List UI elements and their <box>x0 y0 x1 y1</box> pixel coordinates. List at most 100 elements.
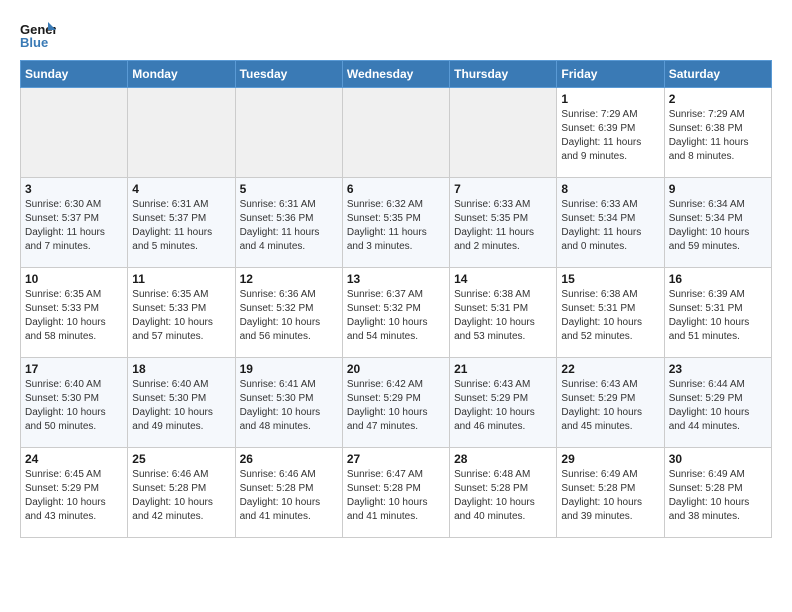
day-number: 5 <box>240 182 338 196</box>
calendar-cell: 3 Sunrise: 6:30 AM Sunset: 5:37 PM Daylig… <box>21 178 128 268</box>
cell-content: Sunrise: 6:31 AM Sunset: 5:36 PM Dayligh… <box>240 198 338 254</box>
calendar-cell: 19 Sunrise: 6:41 AM Sunset: 5:30 PM Dayli… <box>235 358 342 448</box>
day-number: 6 <box>347 182 445 196</box>
day-number: 8 <box>561 182 659 196</box>
calendar-cell: 23Sunrise: 6:44 AM Sunset: 5:29 PM Dayli… <box>664 358 771 448</box>
cell-content: Sunrise: 6:40 AM Sunset: 5:30 PM Dayligh… <box>25 378 123 434</box>
day-number: 21 <box>454 362 552 376</box>
cell-content: Sunrise: 6:48 AM Sunset: 5:28 PM Dayligh… <box>454 468 552 524</box>
day-number: 18 <box>132 362 230 376</box>
calendar-cell: 24Sunrise: 6:45 AM Sunset: 5:29 PM Dayli… <box>21 448 128 538</box>
day-number: 9 <box>669 182 767 196</box>
cell-content: Sunrise: 6:33 AM Sunset: 5:35 PM Dayligh… <box>454 198 552 254</box>
cell-content: Sunrise: 6:34 AM Sunset: 5:34 PM Dayligh… <box>669 198 767 254</box>
calendar-cell: 12 Sunrise: 6:36 AM Sunset: 5:32 PM Dayli… <box>235 268 342 358</box>
calendar-cell: 8 Sunrise: 6:33 AM Sunset: 5:34 PM Daylig… <box>557 178 664 268</box>
svg-text:Blue: Blue <box>20 35 48 50</box>
calendar-week-row: 24Sunrise: 6:45 AM Sunset: 5:29 PM Dayli… <box>21 448 772 538</box>
cell-content: Sunrise: 6:49 AM Sunset: 5:28 PM Dayligh… <box>561 468 659 524</box>
calendar-cell <box>21 88 128 178</box>
day-number: 7 <box>454 182 552 196</box>
day-number: 20 <box>347 362 445 376</box>
day-number: 3 <box>25 182 123 196</box>
calendar-cell: 25 Sunrise: 6:46 AM Sunset: 5:28 PM Dayli… <box>128 448 235 538</box>
weekday-header: Thursday <box>450 61 557 88</box>
day-number: 19 <box>240 362 338 376</box>
cell-content: Sunrise: 6:32 AM Sunset: 5:35 PM Dayligh… <box>347 198 445 254</box>
calendar-week-row: 1 Sunrise: 7:29 AM Sunset: 6:39 PM Daylig… <box>21 88 772 178</box>
cell-content: Sunrise: 6:38 AM Sunset: 5:31 PM Dayligh… <box>561 288 659 344</box>
calendar-cell: 21 Sunrise: 6:43 AM Sunset: 5:29 PM Dayli… <box>450 358 557 448</box>
day-number: 28 <box>454 452 552 466</box>
cell-content: Sunrise: 7:29 AM Sunset: 6:39 PM Dayligh… <box>561 108 659 164</box>
cell-content: Sunrise: 6:30 AM Sunset: 5:37 PM Dayligh… <box>25 198 123 254</box>
cell-content: Sunrise: 6:31 AM Sunset: 5:37 PM Dayligh… <box>132 198 230 254</box>
day-number: 25 <box>132 452 230 466</box>
calendar-week-row: 10 Sunrise: 6:35 AM Sunset: 5:33 PM Dayli… <box>21 268 772 358</box>
day-number: 17 <box>25 362 123 376</box>
calendar-cell: 22 Sunrise: 6:43 AM Sunset: 5:29 PM Dayli… <box>557 358 664 448</box>
calendar-cell: 28 Sunrise: 6:48 AM Sunset: 5:28 PM Dayli… <box>450 448 557 538</box>
day-number: 15 <box>561 272 659 286</box>
day-number: 1 <box>561 92 659 106</box>
cell-content: Sunrise: 6:37 AM Sunset: 5:32 PM Dayligh… <box>347 288 445 344</box>
weekday-header: Tuesday <box>235 61 342 88</box>
calendar-week-row: 17 Sunrise: 6:40 AM Sunset: 5:30 PM Dayli… <box>21 358 772 448</box>
cell-content: Sunrise: 6:46 AM Sunset: 5:28 PM Dayligh… <box>132 468 230 524</box>
cell-content: Sunrise: 6:43 AM Sunset: 5:29 PM Dayligh… <box>454 378 552 434</box>
calendar-cell: 6 Sunrise: 6:32 AM Sunset: 5:35 PM Daylig… <box>342 178 449 268</box>
calendar-body: 1 Sunrise: 7:29 AM Sunset: 6:39 PM Daylig… <box>21 88 772 538</box>
page-header: General Blue <box>20 20 772 50</box>
calendar-cell: 13Sunrise: 6:37 AM Sunset: 5:32 PM Dayli… <box>342 268 449 358</box>
calendar-cell: 9 Sunrise: 6:34 AM Sunset: 5:34 PM Daylig… <box>664 178 771 268</box>
calendar-header: SundayMondayTuesdayWednesdayThursdayFrid… <box>21 61 772 88</box>
weekday-header: Wednesday <box>342 61 449 88</box>
calendar-cell: 4 Sunrise: 6:31 AM Sunset: 5:37 PM Daylig… <box>128 178 235 268</box>
day-number: 30 <box>669 452 767 466</box>
day-number: 16 <box>669 272 767 286</box>
calendar-week-row: 3 Sunrise: 6:30 AM Sunset: 5:37 PM Daylig… <box>21 178 772 268</box>
calendar-cell: 18Sunrise: 6:40 AM Sunset: 5:30 PM Dayli… <box>128 358 235 448</box>
cell-content: Sunrise: 6:39 AM Sunset: 5:31 PM Dayligh… <box>669 288 767 344</box>
day-number: 4 <box>132 182 230 196</box>
day-number: 14 <box>454 272 552 286</box>
weekday-header: Sunday <box>21 61 128 88</box>
weekday-header: Saturday <box>664 61 771 88</box>
calendar-cell <box>128 88 235 178</box>
cell-content: Sunrise: 6:41 AM Sunset: 5:30 PM Dayligh… <box>240 378 338 434</box>
calendar-cell: 16 Sunrise: 6:39 AM Sunset: 5:31 PM Dayli… <box>664 268 771 358</box>
day-number: 22 <box>561 362 659 376</box>
day-number: 29 <box>561 452 659 466</box>
cell-content: Sunrise: 6:44 AM Sunset: 5:29 PM Dayligh… <box>669 378 767 434</box>
calendar-cell: 14 Sunrise: 6:38 AM Sunset: 5:31 PM Dayli… <box>450 268 557 358</box>
logo: General Blue <box>20 20 56 50</box>
logo-icon: General Blue <box>20 20 56 50</box>
calendar-cell: 11 Sunrise: 6:35 AM Sunset: 5:33 PM Dayli… <box>128 268 235 358</box>
calendar-cell: 1 Sunrise: 7:29 AM Sunset: 6:39 PM Daylig… <box>557 88 664 178</box>
weekday-header: Monday <box>128 61 235 88</box>
calendar-cell: 29 Sunrise: 6:49 AM Sunset: 5:28 PM Dayli… <box>557 448 664 538</box>
day-number: 27 <box>347 452 445 466</box>
cell-content: Sunrise: 7:29 AM Sunset: 6:38 PM Dayligh… <box>669 108 767 164</box>
calendar-cell <box>342 88 449 178</box>
cell-content: Sunrise: 6:38 AM Sunset: 5:31 PM Dayligh… <box>454 288 552 344</box>
calendar-cell <box>235 88 342 178</box>
calendar-cell: 7 Sunrise: 6:33 AM Sunset: 5:35 PM Daylig… <box>450 178 557 268</box>
cell-content: Sunrise: 6:35 AM Sunset: 5:33 PM Dayligh… <box>132 288 230 344</box>
calendar-cell: 2 Sunrise: 7:29 AM Sunset: 6:38 PM Daylig… <box>664 88 771 178</box>
calendar-cell: 27 Sunrise: 6:47 AM Sunset: 5:28 PM Dayli… <box>342 448 449 538</box>
calendar-cell: 20Sunrise: 6:42 AM Sunset: 5:29 PM Dayli… <box>342 358 449 448</box>
day-number: 12 <box>240 272 338 286</box>
cell-content: Sunrise: 6:43 AM Sunset: 5:29 PM Dayligh… <box>561 378 659 434</box>
day-number: 24 <box>25 452 123 466</box>
cell-content: Sunrise: 6:33 AM Sunset: 5:34 PM Dayligh… <box>561 198 659 254</box>
day-number: 10 <box>25 272 123 286</box>
calendar-cell: 26Sunrise: 6:46 AM Sunset: 5:28 PM Dayli… <box>235 448 342 538</box>
calendar-table: SundayMondayTuesdayWednesdayThursdayFrid… <box>20 60 772 538</box>
day-number: 2 <box>669 92 767 106</box>
cell-content: Sunrise: 6:47 AM Sunset: 5:28 PM Dayligh… <box>347 468 445 524</box>
day-number: 26 <box>240 452 338 466</box>
day-number: 11 <box>132 272 230 286</box>
cell-content: Sunrise: 6:36 AM Sunset: 5:32 PM Dayligh… <box>240 288 338 344</box>
calendar-cell: 30Sunrise: 6:49 AM Sunset: 5:28 PM Dayli… <box>664 448 771 538</box>
